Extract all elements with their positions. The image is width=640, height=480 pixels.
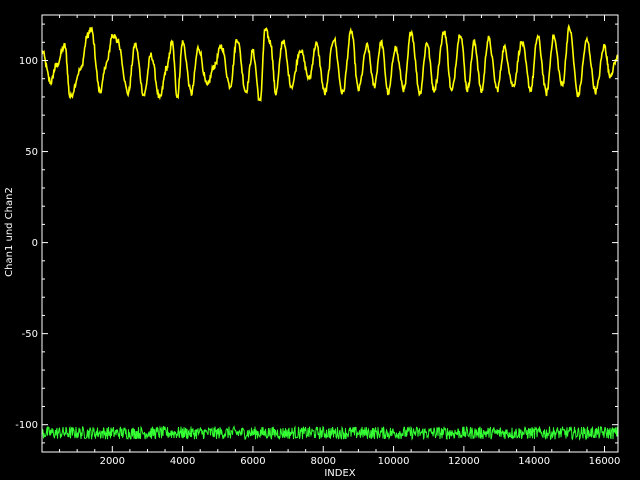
x-tick-label: 14000 <box>518 456 550 467</box>
x-tick-label: 12000 <box>448 456 480 467</box>
y-axis-label: Chan1 und Chan2 <box>4 187 15 277</box>
chart-background <box>0 0 640 480</box>
x-tick-label: 10000 <box>378 456 410 467</box>
y-tick-label: 0 <box>32 238 38 249</box>
y-tick-label: -100 <box>15 420 38 431</box>
x-tick-label: 16000 <box>589 456 621 467</box>
y-tick-label: 50 <box>25 147 38 158</box>
y-tick-label: 100 <box>19 56 38 67</box>
y-tick-label: -50 <box>22 329 38 340</box>
chart-canvas: 2000 4000 6000 8000 10000 12000 14000 16000 100 5… <box>0 0 640 480</box>
x-tick-label: 8000 <box>311 456 336 467</box>
x-tick-label: 4000 <box>170 456 195 467</box>
x-tick-label: 2000 <box>100 456 125 467</box>
x-axis-label: INDEX <box>324 468 355 479</box>
x-tick-label: 6000 <box>240 456 265 467</box>
